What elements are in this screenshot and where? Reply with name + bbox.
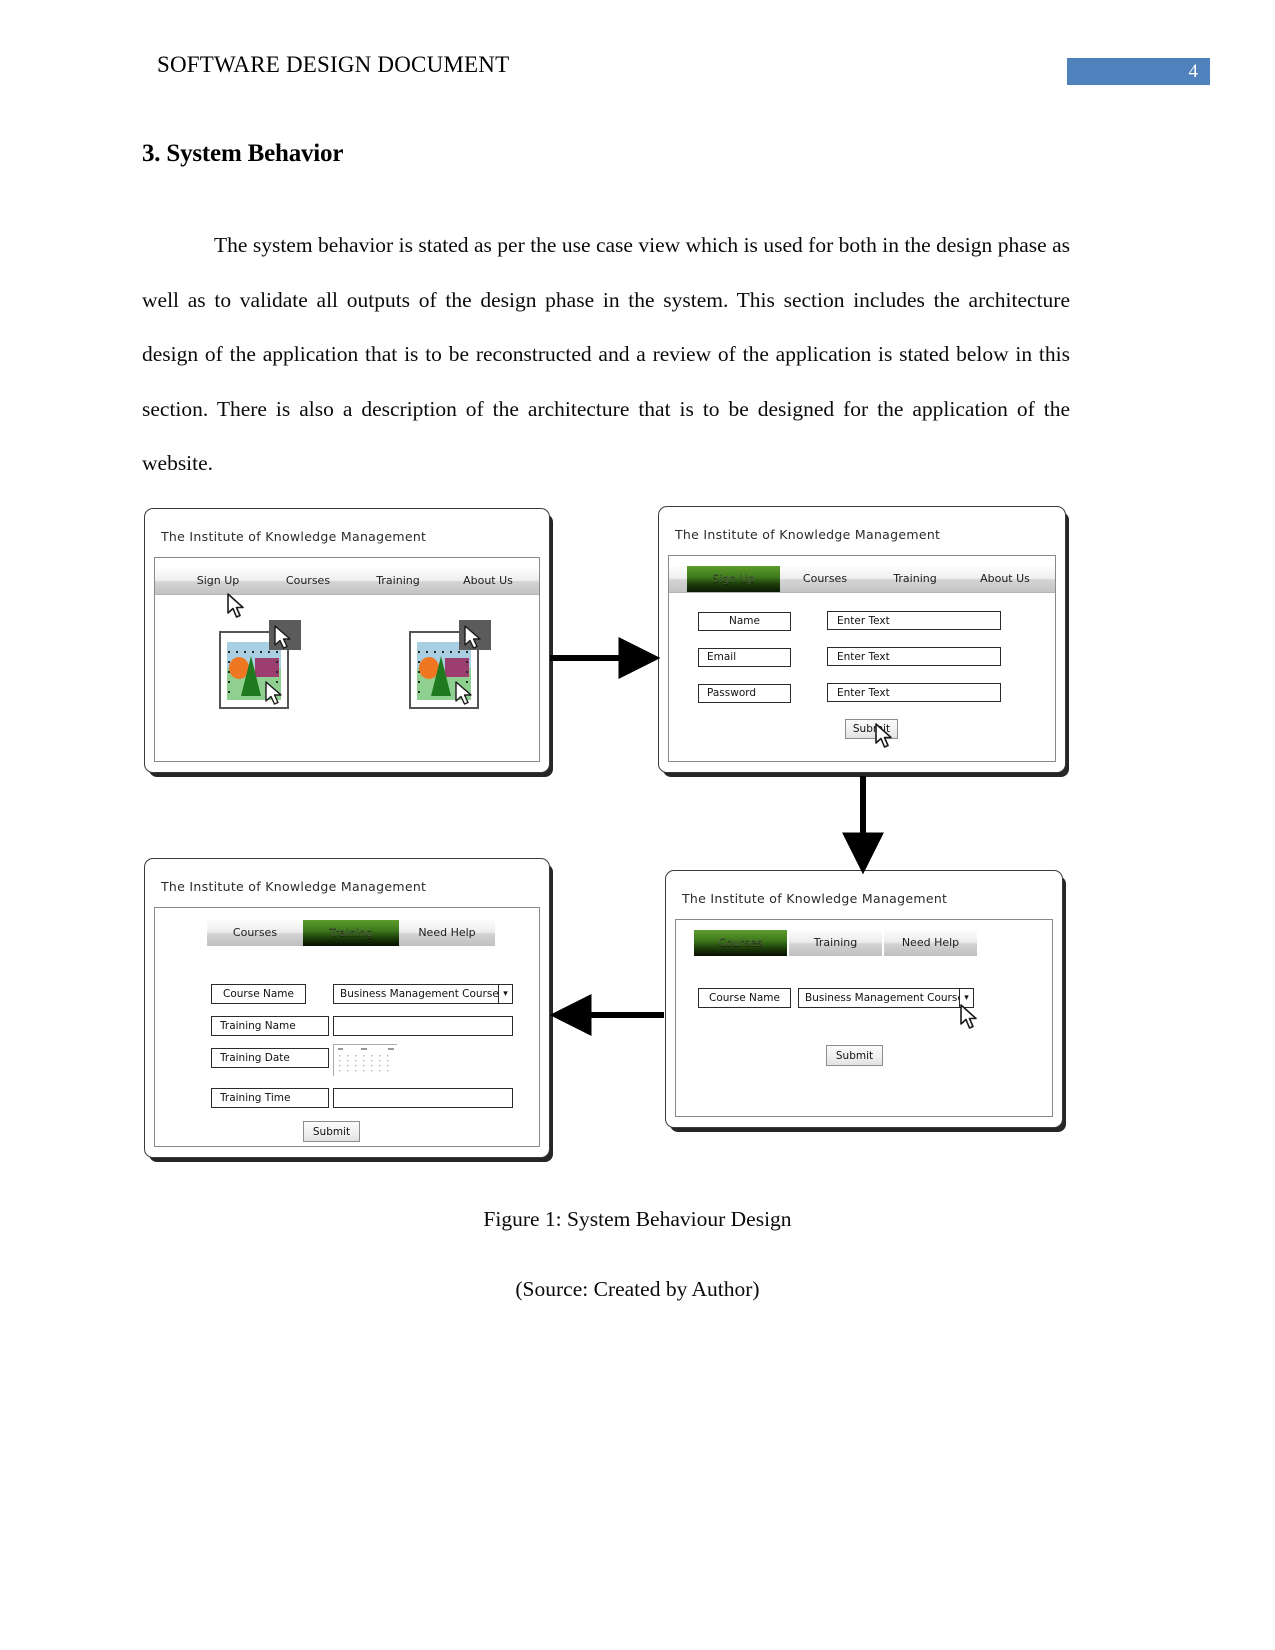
chevron-down-icon[interactable]: ▾ [498,985,512,1003]
training-tab-courses[interactable]: Courses [207,920,303,946]
figure-source-caption: (Source: Created by Author) [515,1277,760,1301]
signup-input-email[interactable]: Enter Text [827,647,1001,666]
cursor-pointer-courses-icon [960,1004,977,1029]
training-label-training-time: Training Time [211,1088,329,1108]
mockup-training-body: Courses Training Need Help Course Name B… [154,907,540,1147]
mockup-signup-body: Sign Up Courses Training About Us Name E… [668,555,1056,762]
training-select-course[interactable]: Business Management Course ▾ [333,984,513,1004]
home-image-placeholder-1[interactable] [215,620,301,715]
mockup-courses-page: The Institute of Knowledge Management Co… [665,870,1063,1128]
signup-nav-courses[interactable]: Courses [780,566,870,592]
mockup-home-title: The Institute of Knowledge Management [161,529,427,544]
signup-label-password: Password [698,684,791,703]
training-submit-button[interactable]: Submit [303,1121,360,1142]
courses-tab-need-help[interactable]: Need Help [884,930,977,956]
signup-label-name: Name [698,612,791,631]
signup-label-email: Email [698,648,791,667]
page-number-value: 4 [1188,61,1199,82]
body-paragraph: The system behavior is stated as per the… [142,233,1070,475]
training-select-course-value: Business Management Course [340,988,498,1000]
signup-nav-about-us[interactable]: About Us [960,566,1050,592]
cursor-pointer-icon [227,593,244,618]
document-header-title: SOFTWARE DESIGN DOCUMENT [157,52,510,77]
home-nav-bar: Sign Up Courses Training About Us [155,568,539,595]
figure-system-behaviour-design: The Institute of Knowledge Management Si… [140,498,1090,1188]
page-header: SOFTWARE DESIGN DOCUMENT 4 [0,52,1275,92]
figure-caption: Figure 1: System Behaviour Design [483,1207,792,1231]
home-image-placeholder-2[interactable] [405,620,491,715]
training-label-training-name: Training Name [211,1016,329,1036]
training-tab-training[interactable]: Training [303,920,399,946]
courses-tab-training[interactable]: Training [789,930,882,956]
section-heading: 3. System Behavior [142,140,344,167]
courses-submit-button[interactable]: Submit [826,1045,883,1066]
page-number-badge: 4 [1067,58,1210,85]
mockup-home-body: Sign Up Courses Training About Us [154,557,540,762]
training-input-training-time[interactable] [333,1088,513,1108]
mockup-courses-title: The Institute of Knowledge Management [682,891,948,906]
signup-input-password[interactable]: Enter Text [827,683,1001,702]
training-tab-need-help[interactable]: Need Help [399,920,495,946]
mockup-signup-page: The Institute of Knowledge Management Si… [658,506,1066,773]
mockup-home-page: The Institute of Knowledge Management Si… [144,508,550,773]
training-label-training-date: Training Date [211,1048,329,1068]
courses-tab-courses[interactable]: Courses [694,930,787,956]
signup-submit-button[interactable]: Submit [845,719,898,739]
home-nav-training[interactable]: Training [353,568,443,594]
training-date-picker[interactable] [333,1044,398,1077]
courses-select-course-value: Business Management Course [805,992,959,1004]
training-input-training-name[interactable] [333,1016,513,1036]
signup-nav-sign-up[interactable]: Sign Up [687,566,780,592]
mockup-courses-body: Courses Training Need Help Course Name B… [675,919,1053,1117]
courses-select-course[interactable]: Business Management Course ▾ [798,988,974,1008]
home-nav-sign-up[interactable]: Sign Up [173,568,263,594]
home-nav-courses[interactable]: Courses [263,568,353,594]
chevron-down-icon[interactable]: ▾ [959,989,973,1007]
mockup-signup-title: The Institute of Knowledge Management [675,527,941,542]
training-label-course-name: Course Name [211,984,306,1004]
mockup-training-title: The Institute of Knowledge Management [161,879,427,894]
courses-label-course-name: Course Name [698,988,791,1008]
signup-nav-training[interactable]: Training [870,566,960,592]
mockup-training-page: The Institute of Knowledge Management Co… [144,858,550,1158]
signup-input-name[interactable]: Enter Text [827,611,1001,630]
home-nav-about-us[interactable]: About Us [443,568,533,594]
signup-nav-bar: Sign Up Courses Training About Us [669,566,1055,593]
